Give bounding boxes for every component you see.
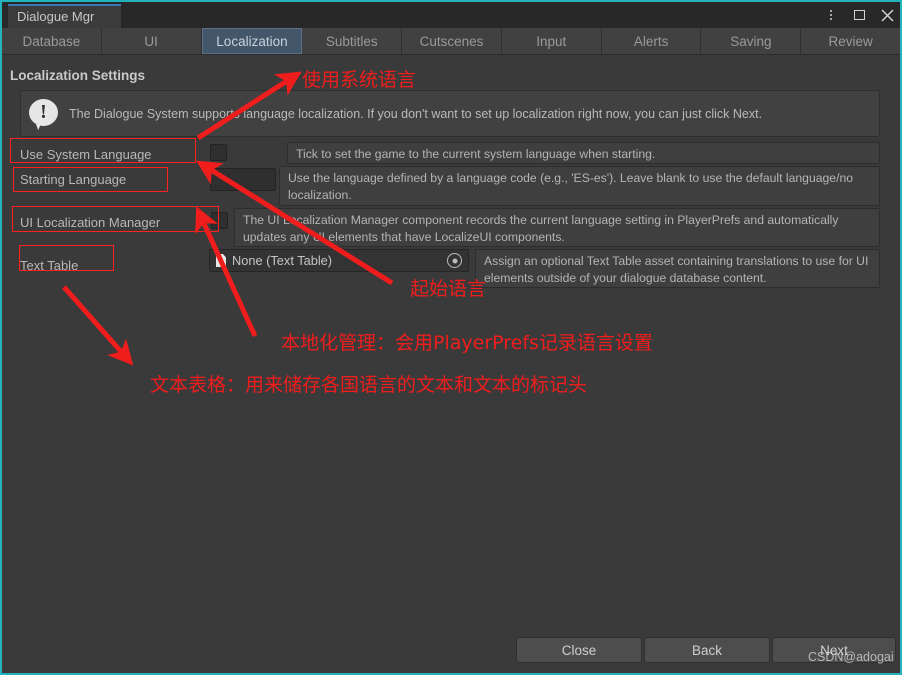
info-exclamation-icon: !	[29, 98, 59, 131]
tab-label: Alerts	[633, 33, 669, 49]
window-controls	[824, 2, 894, 28]
tab-review[interactable]: Review	[801, 28, 900, 54]
maximize-icon[interactable]	[852, 7, 866, 23]
window-tab-label: Dialogue Mgr	[17, 9, 95, 24]
kebab-menu-icon[interactable]	[824, 7, 838, 23]
close-button[interactable]: Close	[516, 637, 642, 663]
help-box-text: The Dialogue System supports language lo…	[69, 106, 763, 121]
description-text-table: Assign an optional Text Table asset cont…	[475, 249, 880, 288]
help-box: ! The Dialogue System supports language …	[20, 90, 880, 137]
input-starting-language[interactable]	[210, 168, 276, 191]
next-button-label: Next	[820, 642, 848, 658]
label-starting-language: Starting Language	[20, 172, 127, 187]
tab-label: Review	[828, 33, 873, 49]
label-text-table: Text Table	[20, 258, 79, 273]
tab-saving[interactable]: Saving	[701, 28, 802, 54]
tab-label: Subtitles	[325, 33, 378, 49]
objectfield-text-table[interactable]: None (Text Table)	[209, 249, 469, 272]
description-starting-language: Use the language defined by a language c…	[279, 166, 880, 206]
label-use-system-language: Use System Language	[20, 147, 152, 162]
close-icon[interactable]	[880, 7, 894, 23]
back-button-label: Back	[691, 642, 722, 658]
dialogue-manager-window: Dialogue Mgr Database UI Localization Su…	[0, 0, 902, 675]
text-table-asset-icon	[216, 254, 226, 267]
tab-label: Input	[536, 33, 567, 49]
footer-button-bar: Close Back Next	[2, 637, 900, 665]
tab-label: Cutscenes	[419, 33, 484, 49]
checkbox-use-system-language[interactable]	[210, 144, 227, 161]
page-title: Localization Settings	[10, 68, 146, 83]
tab-localization[interactable]: Localization	[201, 28, 303, 54]
next-button[interactable]: Next	[772, 637, 896, 663]
description-use-system-language: Tick to set the game to the current syst…	[287, 142, 880, 164]
tab-input[interactable]: Input	[501, 28, 602, 54]
tab-ui[interactable]: UI	[101, 28, 202, 54]
tab-database[interactable]: Database	[2, 28, 102, 54]
tab-cutscenes[interactable]: Cutscenes	[402, 28, 502, 54]
checkbox-ui-localization-manager[interactable]	[211, 212, 228, 229]
window-titlebar: Dialogue Mgr	[2, 2, 900, 28]
tab-label: Database	[22, 33, 81, 49]
localization-settings-panel: Localization Settings ! The Dialogue Sys…	[2, 55, 900, 673]
tab-label: UI	[144, 33, 158, 49]
close-button-label: Close	[561, 642, 597, 658]
tab-alerts[interactable]: Alerts	[601, 28, 702, 54]
description-ui-localization-manager: The UI Localization Manager component re…	[234, 208, 880, 247]
tab-subtitles[interactable]: Subtitles	[302, 28, 403, 54]
tab-label: Localization	[216, 33, 288, 49]
settings-tabstrip: Database UI Localization Subtitles Cutsc…	[2, 28, 900, 55]
tab-label: Saving	[730, 33, 772, 49]
back-button[interactable]: Back	[644, 637, 770, 663]
window-tab-dialogue-mgr[interactable]: Dialogue Mgr	[8, 4, 121, 28]
object-picker-icon[interactable]	[447, 253, 462, 268]
label-ui-localization-manager: UI Localization Manager	[20, 215, 161, 230]
objectfield-text-table-value: None (Text Table)	[232, 253, 333, 268]
